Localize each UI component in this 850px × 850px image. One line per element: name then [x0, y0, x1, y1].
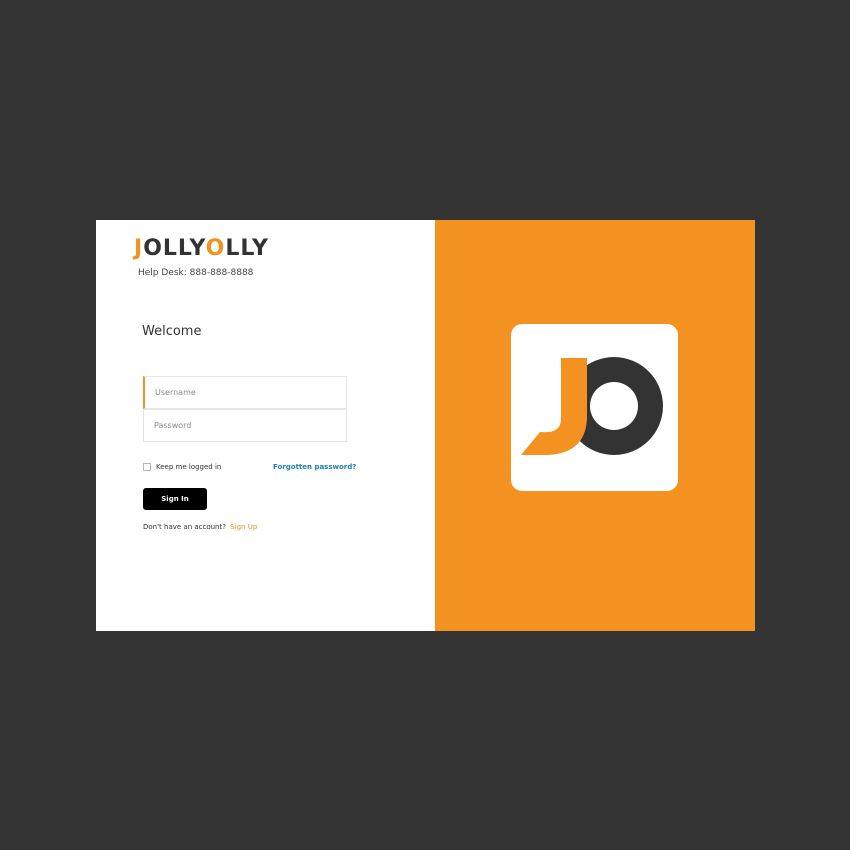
logo-letter-j: J [134, 236, 144, 261]
no-account-text: Don't have an account? [143, 523, 226, 531]
remember-me[interactable]: Keep me logged in [143, 463, 221, 471]
logo-j-letter [521, 358, 587, 455]
checkbox-icon[interactable] [143, 463, 151, 471]
login-panel: JOLLYOLLY Help Desk: 888-888-8888 Welcom… [96, 220, 435, 631]
signup-row: Don't have an account? Sign Up [143, 523, 257, 531]
logo-letter-o: O [205, 236, 226, 261]
password-input[interactable] [144, 410, 346, 441]
jo-monogram-icon [521, 357, 663, 455]
logo-text-olly: OLLY [143, 236, 206, 261]
sign-in-button[interactable]: Sign In [143, 488, 207, 510]
helpdesk-text: Help Desk: 888-888-8888 [138, 268, 254, 278]
login-card: JOLLYOLLY Help Desk: 888-888-8888 Welcom… [96, 220, 755, 631]
remember-label: Keep me logged in [156, 463, 222, 471]
brand-panel [435, 220, 755, 631]
logo-text-lly: LLY [225, 236, 269, 261]
brand-logo: JOLLYOLLY [134, 236, 269, 262]
jo-monogram-logo [511, 324, 678, 491]
username-input[interactable] [145, 377, 346, 408]
welcome-heading: Welcome [142, 324, 202, 339]
forgot-password-link[interactable]: Forgotten password? [273, 463, 356, 471]
username-field [143, 376, 347, 409]
logo-o-hole [590, 382, 638, 430]
password-field [143, 409, 347, 442]
sign-up-link[interactable]: Sign Up [230, 523, 257, 531]
